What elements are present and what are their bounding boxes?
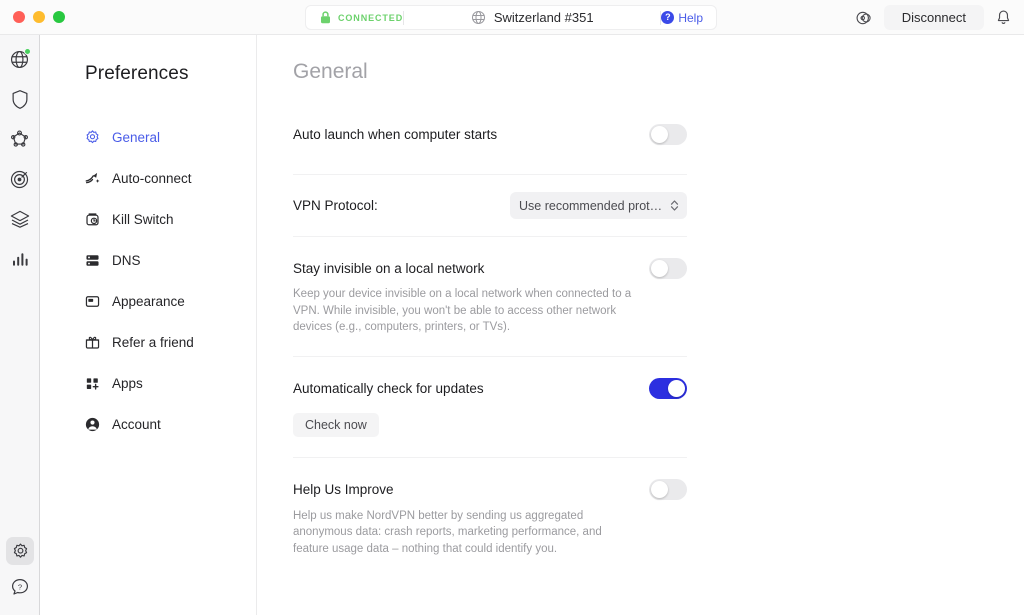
sidebar-item-label: DNS: [112, 253, 141, 268]
rail-item-meshnet[interactable]: [6, 125, 34, 153]
setting-description: Keep your device invisible on a local ne…: [293, 288, 632, 333]
auto-update-toggle[interactable]: [649, 378, 687, 399]
dns-icon: [84, 252, 101, 269]
setting-auto-update: Automatically check for updates Check no…: [293, 355, 687, 457]
sidebar-item-refer-a-friend[interactable]: Refer a friend: [84, 322, 254, 363]
sidebar-item-kill-switch[interactable]: Kill Switch: [84, 199, 254, 240]
sidebar-item-auto-connect[interactable]: Auto-connect: [84, 158, 254, 199]
check-now-button[interactable]: Check now: [293, 412, 379, 437]
rail-item-vpn[interactable]: [6, 45, 34, 73]
preferences-nav: General Auto-connect Kill Switch DNS App…: [84, 117, 254, 445]
connection-status-bar: CONNECTED Switzerland #351 ? Help: [305, 5, 717, 30]
sidebar-item-label: General: [112, 130, 161, 145]
chevron-updown-icon: [670, 199, 679, 212]
autoconnect-icon: [84, 170, 101, 187]
help-bubble-icon: ?: [10, 577, 30, 597]
setting-auto-launch: Auto launch when computer starts: [293, 119, 687, 174]
window-traffic-lights: [0, 11, 65, 23]
appearance-icon: [84, 293, 101, 310]
local-network-invisibility-toggle[interactable]: [649, 257, 687, 279]
sidebar-item-account[interactable]: Account: [84, 404, 254, 445]
rail-bottom-group: ?: [0, 537, 40, 601]
sidebar-item-dns[interactable]: DNS: [84, 240, 254, 281]
rail-item-dark-web-monitor[interactable]: [6, 165, 34, 193]
account-icon: [84, 416, 101, 433]
toggle-knob: [651, 481, 668, 498]
setting-label: Auto launch when computer starts: [293, 126, 498, 142]
close-window-button[interactable]: [13, 11, 25, 23]
sidebar-item-label: Auto-connect: [112, 171, 192, 186]
target-icon: [9, 169, 30, 190]
maximize-window-button[interactable]: [53, 11, 65, 23]
help-link[interactable]: ? Help: [661, 6, 716, 29]
rail-top-group: [6, 35, 34, 273]
bar-chart-icon: [10, 249, 30, 269]
svg-text:?: ?: [18, 583, 22, 592]
gift-icon: [84, 334, 101, 351]
toggle-knob: [651, 259, 668, 277]
auto-launch-toggle[interactable]: [649, 123, 687, 145]
gear-icon: [11, 542, 30, 561]
toggle-knob: [651, 125, 668, 143]
vpn-protocol-value: Use recommended proto…: [519, 198, 665, 213]
connection-status-text: CONNECTED: [338, 12, 404, 23]
gear-icon: [84, 129, 101, 146]
settings-content: General Auto launch when computer starts…: [257, 35, 1024, 615]
server-name: Switzerland #351: [493, 10, 594, 25]
server-group[interactable]: Switzerland #351: [404, 6, 660, 29]
help-label: Help: [678, 10, 703, 25]
setting-label: Stay invisible on a local network: [293, 260, 485, 276]
bell-icon[interactable]: [995, 9, 1012, 26]
rail-item-file-sharing[interactable]: [6, 205, 34, 233]
preferences-sidebar: Preferences General Auto-connect Kill Sw…: [40, 35, 257, 615]
sidebar-item-label: Appearance: [112, 294, 185, 309]
titlebar: CONNECTED Switzerland #351 ? Help Discon…: [0, 0, 1024, 35]
globe-icon: [471, 10, 486, 25]
rail-item-statistics[interactable]: [6, 245, 34, 273]
rail-item-settings[interactable]: [6, 537, 34, 565]
setting-label: Help Us Improve: [293, 482, 394, 497]
setting-local-network-invisibility: Stay invisible on a local network Keep y…: [293, 236, 687, 356]
nordvpn-preferences-window: CONNECTED Switzerland #351 ? Help Discon…: [0, 0, 1024, 615]
settings-list: Auto launch when computer starts VPN Pro…: [293, 119, 687, 557]
help-badge-icon: ?: [661, 11, 675, 24]
sidebar-item-label: Kill Switch: [112, 212, 174, 227]
sidebar-item-appearance[interactable]: Appearance: [84, 281, 254, 322]
preferences-title: Preferences: [85, 63, 189, 84]
rail-item-threat-protection[interactable]: [6, 85, 34, 113]
setting-label: Automatically check for updates: [293, 381, 484, 396]
sidebar-item-apps[interactable]: Apps: [84, 363, 254, 404]
apps-icon: [84, 375, 101, 392]
vpn-protocol-select[interactable]: Use recommended proto…: [510, 192, 687, 219]
lock-icon: [320, 11, 331, 24]
connection-status-group: CONNECTED: [306, 6, 403, 29]
setting-label: VPN Protocol:: [293, 198, 378, 213]
setting-description: Help us make NordVPN better by sending u…: [293, 509, 602, 555]
mesh-network-icon: [9, 129, 30, 150]
disconnect-button[interactable]: Disconnect: [883, 5, 984, 30]
shield-icon: [10, 89, 30, 110]
sidebar-item-label: Account: [112, 417, 161, 432]
sidebar-item-label: Apps: [112, 376, 143, 391]
kill-switch-icon: [84, 211, 101, 228]
primary-nav-rail: ?: [0, 35, 40, 615]
vpn-connected-indicator: [23, 48, 31, 55]
meshnet-icon[interactable]: [855, 9, 873, 27]
minimize-window-button[interactable]: [33, 11, 45, 23]
setting-vpn-protocol: VPN Protocol: Use recommended proto…: [293, 174, 687, 236]
sidebar-item-label: Refer a friend: [112, 335, 194, 350]
page-title: General: [293, 60, 368, 83]
layers-icon: [9, 209, 31, 229]
toggle-knob: [668, 380, 685, 397]
help-us-improve-toggle[interactable]: [649, 479, 687, 500]
titlebar-actions: Disconnect: [855, 0, 1012, 35]
sidebar-item-general[interactable]: General: [84, 117, 254, 158]
rail-item-help[interactable]: ?: [6, 573, 34, 601]
setting-help-us-improve: Help Us Improve Help us make NordVPN bet…: [293, 456, 687, 558]
